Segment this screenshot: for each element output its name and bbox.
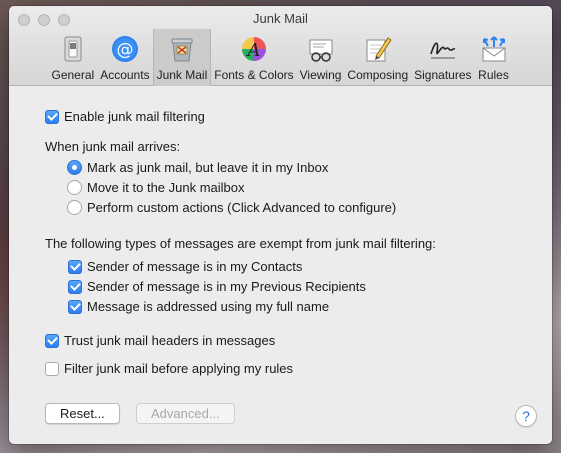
action-move-to-junk-option[interactable]: Move it to the Junk mailbox bbox=[67, 180, 245, 195]
tab-general[interactable]: General bbox=[49, 29, 98, 86]
help-button[interactable]: ? bbox=[515, 405, 537, 427]
preferences-window: Junk Mail General @ Accounts Junk Mail A… bbox=[9, 6, 552, 444]
tab-fonts-colors-label: Fonts & Colors bbox=[214, 68, 294, 82]
preference-tabs: General @ Accounts Junk Mail A Fonts & C… bbox=[9, 29, 552, 86]
pencil-pad-icon bbox=[362, 33, 394, 65]
tab-accounts-label: Accounts bbox=[100, 68, 150, 82]
exempt-previous-recipients-checkbox[interactable] bbox=[68, 279, 82, 294]
filter-before-rules-checkbox[interactable] bbox=[45, 361, 59, 376]
advanced-button[interactable]: Advanced... bbox=[136, 403, 235, 424]
enable-junk-filtering-label: Enable junk mail filtering bbox=[64, 109, 205, 124]
tab-junk-mail[interactable]: Junk Mail bbox=[152, 29, 212, 86]
trust-headers-checkbox[interactable] bbox=[45, 333, 59, 348]
tab-signatures-label: Signatures bbox=[414, 68, 472, 82]
general-switch-icon bbox=[57, 33, 89, 65]
junk-trash-icon bbox=[166, 33, 198, 65]
exempt-full-name-option[interactable]: Message is addressed using my full name bbox=[68, 299, 329, 314]
filter-before-rules-label: Filter junk mail before applying my rule… bbox=[64, 361, 294, 376]
exempt-contacts-checkbox[interactable] bbox=[68, 259, 82, 274]
help-icon: ? bbox=[522, 408, 530, 424]
action-custom-option[interactable]: Perform custom actions (Click Advanced t… bbox=[67, 200, 396, 215]
action-custom-label: Perform custom actions (Click Advanced t… bbox=[87, 200, 397, 215]
tab-rules[interactable]: Rules bbox=[475, 29, 513, 86]
toolbar: Junk Mail General @ Accounts Junk Mail A… bbox=[9, 6, 552, 86]
action-move-to-junk-radio[interactable] bbox=[67, 180, 82, 195]
trust-headers-label: Trust junk mail headers in messages bbox=[64, 333, 276, 348]
exempt-contacts-option[interactable]: Sender of message is in my Contacts bbox=[68, 259, 302, 274]
window-title: Junk Mail bbox=[253, 11, 308, 26]
enable-junk-filtering-option[interactable]: Enable junk mail filtering bbox=[45, 109, 205, 124]
tab-composing[interactable]: Composing bbox=[344, 29, 411, 86]
tab-general-label: General bbox=[51, 68, 95, 82]
tab-viewing[interactable]: Viewing bbox=[297, 29, 345, 86]
action-custom-radio[interactable] bbox=[67, 200, 82, 215]
exempt-heading: The following types of messages are exem… bbox=[45, 236, 436, 251]
at-sign-icon: @ bbox=[109, 33, 141, 65]
tab-accounts[interactable]: @ Accounts bbox=[97, 29, 152, 86]
tab-rules-label: Rules bbox=[478, 68, 509, 82]
reset-button[interactable]: Reset... bbox=[45, 403, 120, 424]
tab-composing-label: Composing bbox=[347, 68, 409, 82]
trust-headers-option[interactable]: Trust junk mail headers in messages bbox=[45, 333, 275, 348]
action-mark-as-junk-label: Mark as junk mail, but leave it in my In… bbox=[87, 160, 329, 175]
tab-fonts-colors[interactable]: A Fonts & Colors bbox=[211, 29, 296, 86]
rules-envelope-icon bbox=[478, 33, 510, 65]
tab-junk-mail-label: Junk Mail bbox=[156, 68, 208, 82]
svg-text:@: @ bbox=[116, 40, 133, 60]
action-mark-as-junk-radio[interactable] bbox=[67, 160, 82, 175]
exempt-full-name-label: Message is addressed using my full name bbox=[87, 299, 330, 314]
enable-junk-filtering-checkbox[interactable] bbox=[45, 109, 59, 124]
exempt-previous-recipients-option[interactable]: Sender of message is in my Previous Reci… bbox=[68, 279, 366, 294]
signature-icon bbox=[427, 33, 459, 65]
exempt-full-name-checkbox[interactable] bbox=[68, 299, 82, 314]
action-mark-as-junk-option[interactable]: Mark as junk mail, but leave it in my In… bbox=[67, 160, 328, 175]
filter-before-rules-option[interactable]: Filter junk mail before applying my rule… bbox=[45, 361, 293, 376]
junk-mail-pane: Enable junk mail filtering When junk mai… bbox=[9, 87, 552, 444]
tab-viewing-label: Viewing bbox=[299, 68, 342, 82]
arrives-heading: When junk mail arrives: bbox=[45, 139, 181, 154]
font-palette-icon: A bbox=[238, 33, 270, 65]
action-move-to-junk-label: Move it to the Junk mailbox bbox=[87, 180, 245, 195]
exempt-previous-recipients-label: Sender of message is in my Previous Reci… bbox=[87, 279, 366, 294]
svg-text:A: A bbox=[245, 40, 260, 61]
exempt-contacts-label: Sender of message is in my Contacts bbox=[87, 259, 303, 274]
glasses-envelope-icon bbox=[305, 33, 337, 65]
tab-signatures[interactable]: Signatures bbox=[411, 29, 474, 86]
